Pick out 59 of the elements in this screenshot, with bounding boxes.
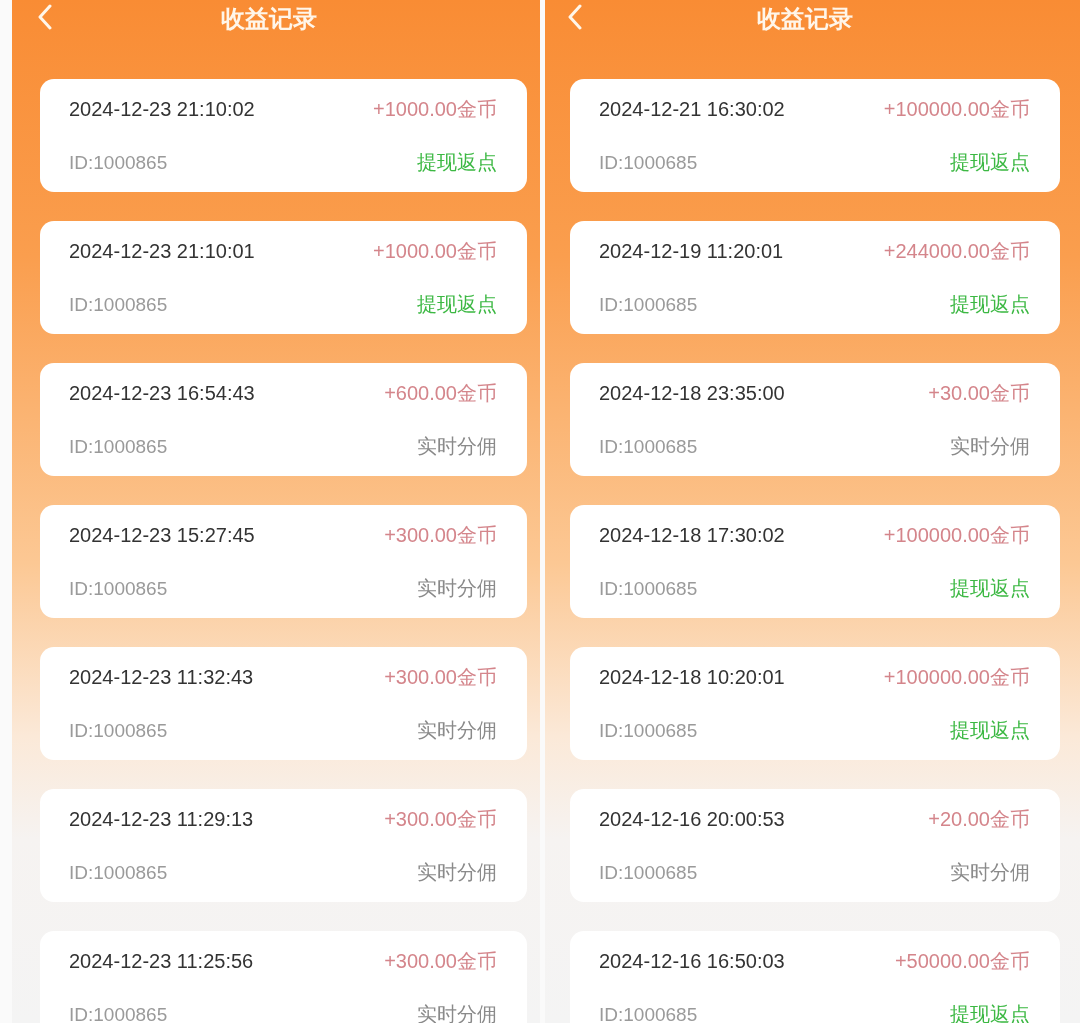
record-id: ID:1000685 [599, 152, 698, 174]
record-type: 实时分佣 [417, 718, 497, 743]
record-type: 实时分佣 [950, 434, 1030, 459]
record-time: 2024-12-21 16:30:02 [599, 98, 785, 121]
record-amount: +30.00金币 [928, 381, 1030, 406]
record-id: ID:1000865 [69, 720, 168, 742]
record-amount: +1000.00金币 [373, 239, 497, 264]
record-id: ID:1000685 [599, 578, 698, 600]
record-type: 实时分佣 [417, 1002, 497, 1023]
record-type: 提现返点 [417, 150, 497, 175]
record-time: 2024-12-19 11:20:01 [599, 240, 784, 263]
record-type: 提现返点 [950, 292, 1030, 317]
record-time: 2024-12-23 15:27:45 [69, 524, 255, 547]
record-type: 提现返点 [417, 292, 497, 317]
record-time: 2024-12-16 16:50:03 [599, 950, 785, 973]
record-id: ID:1000865 [69, 436, 168, 458]
record-type: 提现返点 [950, 718, 1030, 743]
record-id: ID:1000685 [599, 862, 698, 884]
record-time: 2024-12-23 11:29:13 [69, 808, 254, 831]
record-time: 2024-12-23 16:54:43 [69, 382, 255, 405]
record-time: 2024-12-23 11:32:43 [69, 666, 254, 689]
record-amount: +300.00金币 [384, 523, 497, 548]
record-time: 2024-12-18 17:30:02 [599, 524, 785, 547]
record-amount: +244000.00金币 [883, 239, 1030, 264]
record-amount: +20.00金币 [928, 807, 1030, 832]
record-amount: +300.00金币 [384, 665, 497, 690]
page-title: 收益记录 [757, 4, 853, 34]
back-icon[interactable] [37, 4, 53, 30]
record-id: ID:1000685 [599, 294, 698, 316]
record-time: 2024-12-16 20:00:53 [599, 808, 785, 831]
record-amount: +100000.00金币 [883, 97, 1030, 122]
record-time: 2024-12-23 11:25:56 [69, 950, 254, 973]
record-id: ID:1000685 [599, 720, 698, 742]
record-amount: +300.00金币 [384, 807, 497, 832]
record-time: 2024-12-18 23:35:00 [599, 382, 785, 405]
record-type: 提现返点 [950, 576, 1030, 601]
back-icon[interactable] [567, 4, 583, 30]
record-amount: +50000.00金币 [894, 949, 1030, 974]
record-id: ID:1000865 [69, 1004, 168, 1023]
record-amount: +100000.00金币 [883, 665, 1030, 690]
record-time: 2024-12-23 21:10:02 [69, 98, 255, 121]
record-amount: +100000.00金币 [883, 523, 1030, 548]
record-type: 实时分佣 [950, 860, 1030, 885]
record-amount: +600.00金币 [384, 381, 497, 406]
record-time: 2024-12-18 10:20:01 [599, 666, 785, 689]
page-title: 收益记录 [220, 4, 317, 34]
record-id: ID:1000865 [69, 578, 168, 600]
record-id: ID:1000865 [69, 152, 168, 174]
record-id: ID:1000865 [69, 862, 168, 884]
record-amount: +1000.00金币 [373, 97, 497, 122]
record-id: ID:1000685 [599, 436, 698, 458]
record-type: 提现返点 [950, 150, 1030, 175]
record-id: ID:1000685 [599, 1004, 698, 1023]
record-amount: +300.00金币 [384, 949, 497, 974]
record-type: 实时分佣 [417, 576, 497, 601]
record-id: ID:1000865 [69, 294, 168, 316]
record-type: 实时分佣 [417, 860, 497, 885]
record-type: 实时分佣 [417, 434, 497, 459]
record-time: 2024-12-23 21:10:01 [69, 240, 255, 263]
